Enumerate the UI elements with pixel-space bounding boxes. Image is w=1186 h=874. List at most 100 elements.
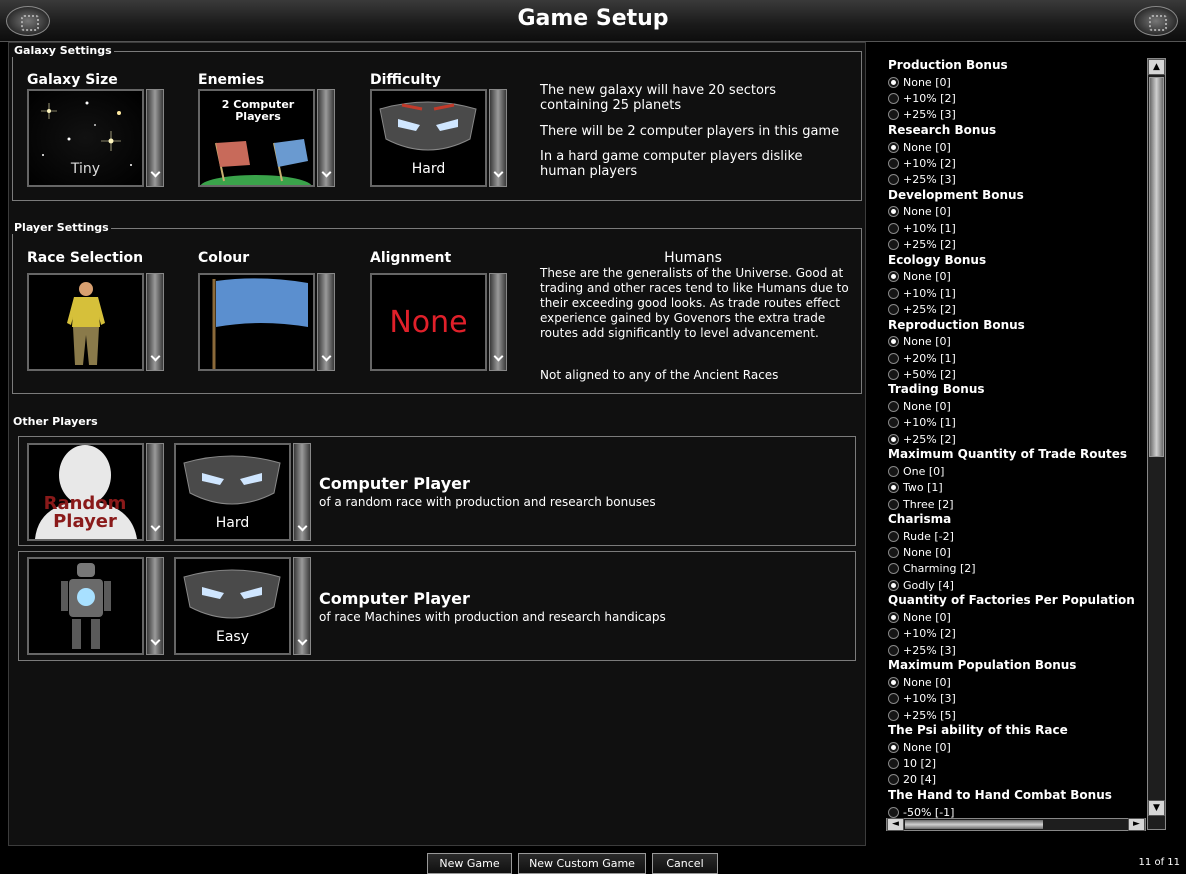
radio-button-icon[interactable] <box>888 336 899 348</box>
bonus-option[interactable]: +25% [3] <box>884 107 1148 123</box>
bonus-option[interactable]: 20 [4] <box>884 772 1148 788</box>
menu-button-right[interactable] <box>1134 6 1178 36</box>
player1-race-dropdown[interactable] <box>146 443 164 541</box>
cancel-button[interactable]: Cancel <box>652 853 718 874</box>
bonus-option[interactable]: +10% [1] <box>884 220 1148 236</box>
radio-button-icon[interactable] <box>888 368 899 380</box>
bonus-option[interactable]: +25% [2] <box>884 236 1148 252</box>
bonus-option[interactable]: None [0] <box>884 545 1148 561</box>
radio-button-icon[interactable] <box>888 563 899 575</box>
scroll-right-icon[interactable]: ► <box>1128 818 1145 831</box>
new-game-button[interactable]: New Game <box>427 853 512 874</box>
radio-button-icon[interactable] <box>888 498 899 510</box>
bonus-option[interactable]: Rude [-2] <box>884 528 1148 544</box>
bonus-option[interactable]: +10% [2] <box>884 626 1148 642</box>
bonus-option[interactable]: +10% [1] <box>884 415 1148 431</box>
radio-button-icon[interactable] <box>888 530 899 542</box>
radio-button-icon[interactable] <box>888 741 899 753</box>
hscroll-thumb[interactable] <box>905 820 1043 829</box>
bonus-option[interactable]: None [0] <box>884 139 1148 155</box>
menu-button-left[interactable] <box>6 6 50 36</box>
bonus-option[interactable]: +25% [2] <box>884 431 1148 447</box>
radio-button-icon[interactable] <box>888 206 899 218</box>
radio-button-icon[interactable] <box>888 271 899 283</box>
bonus-option[interactable]: None [0] <box>884 674 1148 690</box>
bonus-option[interactable]: +10% [2] <box>884 90 1148 106</box>
bonus-option[interactable]: None [0] <box>884 334 1148 350</box>
radio-button-icon[interactable] <box>888 76 899 88</box>
enemies-dropdown[interactable] <box>317 89 335 187</box>
bonus-option[interactable]: None [0] <box>884 609 1148 625</box>
galaxy-size-dropdown[interactable] <box>146 89 164 187</box>
bonus-option[interactable]: +20% [1] <box>884 350 1148 366</box>
bonus-option[interactable]: None [0] <box>884 269 1148 285</box>
radio-button-icon[interactable] <box>888 628 899 640</box>
radio-button-icon[interactable] <box>888 417 899 429</box>
radio-button-icon[interactable] <box>888 709 899 721</box>
radio-button-icon[interactable] <box>888 401 899 413</box>
radio-button-icon[interactable] <box>888 141 899 153</box>
player2-difficulty-tile[interactable]: Easy <box>174 557 291 655</box>
bonus-option[interactable]: None [0] <box>884 204 1148 220</box>
radio-button-icon[interactable] <box>888 174 899 186</box>
colour-dropdown[interactable] <box>317 273 335 371</box>
bonus-option[interactable]: None [0] <box>884 398 1148 414</box>
bonus-option[interactable]: None [0] <box>884 739 1148 755</box>
player1-difficulty-dropdown[interactable] <box>293 443 311 541</box>
bonus-option[interactable]: +10% [3] <box>884 691 1148 707</box>
radio-button-icon[interactable] <box>888 676 899 688</box>
radio-button-icon[interactable] <box>888 157 899 169</box>
alignment-dropdown[interactable] <box>489 273 507 371</box>
galaxy-size-tile[interactable]: Tiny <box>27 89 144 187</box>
alignment-tile[interactable]: None <box>370 273 487 371</box>
player2-difficulty-dropdown[interactable] <box>293 557 311 655</box>
radio-button-icon[interactable] <box>888 644 899 656</box>
colour-tile[interactable] <box>198 273 315 371</box>
bonus-horizontal-scrollbar[interactable]: ◄ ► <box>886 818 1146 831</box>
radio-button-icon[interactable] <box>888 92 899 104</box>
radio-button-icon[interactable] <box>888 758 899 770</box>
bonus-option[interactable]: Two [1] <box>884 480 1148 496</box>
scroll-left-icon[interactable]: ◄ <box>887 818 904 831</box>
bonus-option[interactable]: None [0] <box>884 74 1148 90</box>
radio-button-icon[interactable] <box>888 352 899 364</box>
scroll-down-icon[interactable]: ▼ <box>1148 800 1165 816</box>
enemies-tile[interactable]: 2 Computer Players <box>198 89 315 187</box>
radio-button-icon[interactable] <box>888 547 899 559</box>
radio-button-icon[interactable] <box>888 465 899 477</box>
radio-button-icon[interactable] <box>888 482 899 494</box>
radio-button-icon[interactable] <box>888 303 899 315</box>
bonus-option[interactable]: One [0] <box>884 463 1148 479</box>
bonus-option[interactable]: +10% [1] <box>884 285 1148 301</box>
radio-button-icon[interactable] <box>888 287 899 299</box>
radio-button-icon[interactable] <box>888 433 899 445</box>
bonus-option[interactable]: Three [2] <box>884 496 1148 512</box>
bonus-option[interactable]: Godly [4] <box>884 577 1148 593</box>
bonus-option[interactable]: Charming [2] <box>884 561 1148 577</box>
bonus-option[interactable]: +25% [3] <box>884 642 1148 658</box>
race-portrait-tile[interactable] <box>27 273 144 371</box>
player1-difficulty-tile[interactable]: Hard <box>174 443 291 541</box>
radio-button-icon[interactable] <box>888 579 899 591</box>
machine-player-portrait[interactable] <box>27 557 144 655</box>
difficulty-dropdown[interactable] <box>489 89 507 187</box>
scroll-up-icon[interactable]: ▲ <box>1148 59 1165 75</box>
radio-button-icon[interactable] <box>888 806 899 818</box>
radio-button-icon[interactable] <box>888 693 899 705</box>
scroll-thumb[interactable] <box>1149 77 1164 457</box>
radio-button-icon[interactable] <box>888 239 899 251</box>
bonus-option[interactable]: +25% [5] <box>884 707 1148 723</box>
radio-button-icon[interactable] <box>888 612 899 624</box>
bonus-option[interactable]: +10% [2] <box>884 155 1148 171</box>
bonus-option[interactable]: 10 [2] <box>884 756 1148 772</box>
radio-button-icon[interactable] <box>888 774 899 786</box>
player2-race-dropdown[interactable] <box>146 557 164 655</box>
bonus-option[interactable]: +50% [2] <box>884 366 1148 382</box>
random-player-portrait[interactable]: Random Player <box>27 443 144 541</box>
new-custom-game-button[interactable]: New Custom Game <box>518 853 646 874</box>
bonus-option[interactable]: +25% [2] <box>884 301 1148 317</box>
difficulty-tile[interactable]: Hard <box>370 89 487 187</box>
bonus-option[interactable]: +25% [3] <box>884 171 1148 187</box>
radio-button-icon[interactable] <box>888 222 899 234</box>
race-dropdown[interactable] <box>146 273 164 371</box>
